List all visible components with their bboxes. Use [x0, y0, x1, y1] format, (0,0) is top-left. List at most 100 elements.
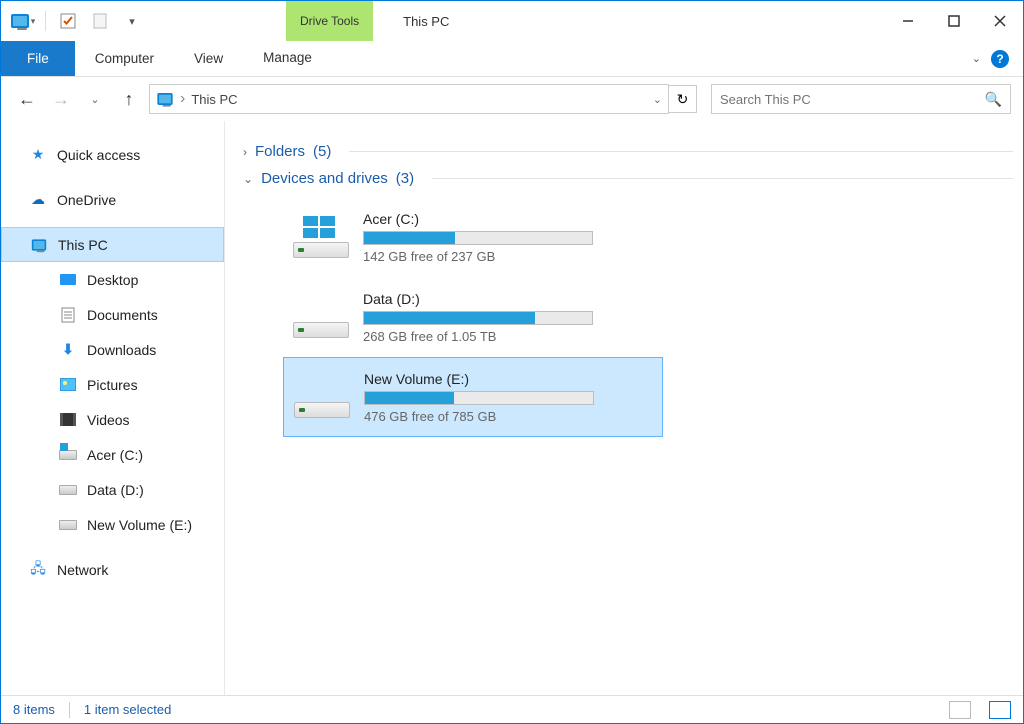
sidebar-item-pictures[interactable]: Pictures: [1, 367, 224, 402]
ribbon: File Computer View Manage ⌄ ?: [1, 41, 1023, 77]
sidebar-label: Desktop: [87, 272, 138, 288]
drive-icon: [293, 216, 349, 258]
sidebar-item-this-pc[interactable]: This PC: [1, 227, 224, 262]
sidebar-item-downloads[interactable]: ⬇ Downloads: [1, 332, 224, 367]
cloud-icon: ☁: [29, 191, 47, 209]
navigation-pane: ★ Quick access ☁ OneDrive This PC Deskto…: [1, 121, 225, 695]
nav-recent-button[interactable]: ⌄: [81, 85, 109, 113]
drive-icon: [294, 376, 350, 418]
view-tiles-button[interactable]: [989, 701, 1011, 719]
qat-customize[interactable]: ▾: [118, 9, 146, 33]
monitor-icon: [11, 14, 29, 28]
refresh-button[interactable]: ↻: [669, 85, 697, 113]
drive-usage-bar: [363, 311, 593, 325]
ribbon-expand-button[interactable]: ⌄: [972, 52, 981, 65]
drive-item-c[interactable]: Acer (C:) 142 GB free of 237 GB: [283, 197, 663, 277]
sidebar-label: Pictures: [87, 377, 138, 393]
pictures-icon: [59, 376, 77, 394]
drive-item-e[interactable]: New Volume (E:) 476 GB free of 785 GB: [283, 357, 663, 437]
help-icon[interactable]: ?: [991, 50, 1009, 68]
drive-name: Acer (C:): [363, 211, 653, 227]
documents-icon: [59, 306, 77, 324]
drive-name: Data (D:): [363, 291, 653, 307]
sidebar-item-onedrive[interactable]: ☁ OneDrive: [1, 182, 224, 217]
search-icon[interactable]: 🔍: [985, 91, 1002, 108]
group-count: (3): [396, 170, 414, 187]
windows-logo-icon: [303, 216, 337, 238]
sidebar-item-quick-access[interactable]: ★ Quick access: [1, 137, 224, 172]
group-header-devices[interactable]: ⌄ Devices and drives (3): [243, 170, 1013, 187]
nav-back-button[interactable]: ←: [13, 85, 41, 113]
nav-up-button[interactable]: ↑: [115, 85, 143, 113]
tab-file[interactable]: File: [1, 41, 75, 76]
nav-forward-button[interactable]: →: [47, 85, 75, 113]
sidebar-label: Network: [57, 562, 108, 578]
search-input[interactable]: [720, 92, 985, 107]
address-separator: ›: [180, 90, 185, 108]
minimize-button[interactable]: [885, 1, 931, 41]
address-path: This PC: [191, 92, 646, 107]
view-details-button[interactable]: [949, 701, 971, 719]
drive-name: New Volume (E:): [364, 371, 652, 387]
drive-free-text: 142 GB free of 237 GB: [363, 249, 653, 264]
sidebar-label: Quick access: [57, 147, 140, 163]
videos-icon: [59, 411, 77, 429]
group-header-folders[interactable]: › Folders (5): [243, 143, 1013, 160]
window-title: This PC: [403, 1, 449, 41]
maximize-button[interactable]: [931, 1, 977, 41]
status-item-count: 8 items: [13, 702, 55, 717]
sidebar-item-drive-e[interactable]: New Volume (E:): [1, 507, 224, 542]
address-monitor-icon: [157, 93, 172, 105]
sidebar-label: Acer (C:): [87, 447, 143, 463]
sidebar-item-network[interactable]: 🖧 Network: [1, 552, 224, 587]
sidebar-item-desktop[interactable]: Desktop: [1, 262, 224, 297]
nav-row: ← → ⌄ ↑ › This PC ⌄ ↻ 🔍: [1, 77, 1023, 121]
desktop-icon: [59, 271, 77, 289]
contextual-tab-drive-tools[interactable]: Drive Tools: [286, 1, 373, 41]
address-dropdown[interactable]: ⌄: [653, 93, 662, 106]
search-box[interactable]: 🔍: [711, 84, 1011, 114]
sidebar-item-videos[interactable]: Videos: [1, 402, 224, 437]
tab-manage[interactable]: Manage: [243, 41, 332, 76]
status-selection: 1 item selected: [84, 702, 171, 717]
drive-icon: [59, 446, 77, 464]
drive-usage-bar: [363, 231, 593, 245]
sidebar-item-drive-d[interactable]: Data (D:): [1, 472, 224, 507]
maximize-icon: [948, 15, 960, 27]
drive-icon: [59, 481, 77, 499]
page-icon: [91, 12, 109, 30]
close-icon: [994, 15, 1006, 27]
content-pane: › Folders (5) ⌄ Devices and drives (3): [225, 121, 1023, 695]
sidebar-label: OneDrive: [57, 192, 116, 208]
address-bar[interactable]: › This PC ⌄: [149, 84, 669, 114]
sidebar-label: Videos: [87, 412, 130, 428]
monitor-icon: [30, 236, 48, 254]
drive-item-d[interactable]: Data (D:) 268 GB free of 1.05 TB: [283, 277, 663, 357]
tab-computer[interactable]: Computer: [75, 41, 174, 76]
qat-new-folder[interactable]: [86, 9, 114, 33]
drive-icon: [293, 296, 349, 338]
group-label: Devices and drives: [261, 170, 388, 187]
network-icon: 🖧: [29, 561, 47, 579]
sidebar-label: This PC: [58, 237, 108, 253]
sidebar-label: Documents: [87, 307, 158, 323]
sidebar-label: New Volume (E:): [87, 517, 192, 533]
sidebar-label: Downloads: [87, 342, 156, 358]
chevron-down-icon: ⌄: [243, 172, 253, 186]
qat-divider: [45, 11, 46, 31]
sidebar-item-drive-c[interactable]: Acer (C:): [1, 437, 224, 472]
minimize-icon: [902, 15, 914, 27]
drive-free-text: 268 GB free of 1.05 TB: [363, 329, 653, 344]
download-icon: ⬇: [59, 341, 77, 359]
drive-free-text: 476 GB free of 785 GB: [364, 409, 652, 424]
qat-properties[interactable]: [54, 9, 82, 33]
qat-app-icon[interactable]: ▾: [9, 9, 37, 33]
status-bar: 8 items 1 item selected: [1, 695, 1023, 723]
group-label: Folders: [255, 143, 305, 160]
drive-usage-bar: [364, 391, 594, 405]
close-button[interactable]: [977, 1, 1023, 41]
chevron-right-icon: ›: [243, 145, 247, 159]
star-icon: ★: [29, 146, 47, 164]
tab-view[interactable]: View: [174, 41, 243, 76]
sidebar-item-documents[interactable]: Documents: [1, 297, 224, 332]
